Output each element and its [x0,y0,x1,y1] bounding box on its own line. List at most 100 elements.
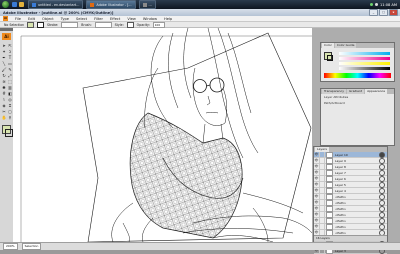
layer-name[interactable]: Layer 4 [334,189,379,193]
tab-transparency[interactable]: Transparency [322,89,347,94]
symbol-sprayer-tool-icon[interactable]: ✺ [2,85,7,90]
menu-help[interactable]: Help [164,17,172,21]
mesh-tool-icon[interactable]: # [2,91,7,96]
lock-toggle[interactable] [320,206,325,211]
lock-toggle[interactable] [320,164,325,169]
current-tool-status[interactable]: Selection [21,243,42,250]
panel-grip[interactable] [0,28,13,31]
lock-toggle[interactable] [320,212,325,217]
layer-name[interactable]: <Path> [334,207,379,211]
lock-toggle[interactable] [320,176,325,181]
stroke-color-swatch[interactable] [37,21,45,28]
layer-name[interactable]: <Path> [334,195,379,199]
layer-name[interactable]: <Path> [334,219,379,223]
menu-object[interactable]: Object [42,17,54,21]
quick-launch-ie-icon[interactable] [12,2,17,7]
maximize-button[interactable]: □ [379,9,388,16]
line-tool-icon[interactable]: ╲ [2,61,7,66]
menu-type[interactable]: Type [61,17,69,21]
pen-tool-icon[interactable]: ✒ [2,55,7,60]
stroke-weight-field[interactable] [61,21,79,28]
black-slider[interactable] [339,67,390,70]
taskbar-task-illustrator[interactable]: Adobe Illustrator - [... [86,0,136,9]
volume-icon[interactable] [374,3,378,6]
type-tool-icon[interactable]: T [8,55,13,60]
layer-name[interactable]: Layer 7 [334,171,379,175]
tab-appearance[interactable]: Appearance [365,89,388,94]
layer-name[interactable]: Layer 10 [334,153,379,157]
target-circle-icon[interactable] [379,199,385,206]
live-paint-tool-icon[interactable]: ◈ [2,103,7,108]
brush-picker[interactable] [94,21,112,28]
selection-tool-icon[interactable]: ➤ [2,43,7,48]
layer-name[interactable]: Layer 6 [334,177,379,181]
menu-view[interactable]: View [127,17,136,21]
minimize-button[interactable]: _ [369,9,378,16]
layer-name[interactable]: Layer 5 [334,183,379,187]
magic-wand-tool-icon[interactable]: ✦ [2,49,7,54]
target-circle-icon[interactable] [379,163,385,170]
stroke-swatch[interactable] [5,129,13,137]
rectangle-tool-icon[interactable]: ▭ [8,61,13,66]
lock-toggle[interactable] [320,170,325,175]
hand-tool-icon[interactable]: ✋ [2,115,7,120]
pencil-tool-icon[interactable]: ✎ [8,67,13,72]
rotate-tool-icon[interactable]: ↻ [2,73,7,78]
close-button[interactable]: x [389,9,398,16]
target-circle-icon[interactable] [379,181,385,188]
artboard-canvas[interactable] [13,28,312,242]
target-circle-icon[interactable] [379,211,385,218]
menu-file[interactable]: File [15,17,21,21]
zoom-level[interactable]: 200% [3,243,18,250]
lock-toggle[interactable] [320,200,325,205]
eraser-tool-icon[interactable]: ◻ [8,109,13,114]
menu-filter[interactable]: Filter [94,17,103,21]
quick-launch-folder-icon[interactable] [19,2,24,7]
network-icon[interactable] [369,3,373,6]
target-circle-icon[interactable] [379,169,385,176]
lock-toggle[interactable] [320,218,325,223]
target-circle-icon[interactable] [379,223,385,230]
target-circle-icon[interactable] [379,217,385,224]
lock-toggle[interactable] [320,158,325,163]
taskbar-task-browser[interactable]: untitled - en.deviantart... [28,0,84,9]
color-spectrum-bar[interactable] [324,73,391,78]
eyedropper-tool-icon[interactable]: ⌇ [2,97,7,102]
slice-tool-icon[interactable]: ⌗ [8,103,13,108]
opacity-field[interactable]: 100 [152,21,165,28]
scissors-tool-icon[interactable]: ✂ [2,109,7,114]
graph-tool-icon[interactable]: ▥ [8,85,13,90]
direct-selection-tool-icon[interactable]: ⇱ [8,43,13,48]
yellow-slider[interactable] [339,62,390,65]
menu-select[interactable]: Select [76,17,87,21]
color-stroke-swatch[interactable] [327,55,333,61]
target-circle-icon[interactable] [379,205,385,212]
lock-toggle[interactable] [320,194,325,199]
magenta-slider[interactable] [339,57,390,60]
warp-tool-icon[interactable]: ≋ [2,79,7,84]
zoom-tool-icon[interactable]: ⚲ [8,115,13,120]
menu-window[interactable]: Window [143,17,157,21]
menu-edit[interactable]: Edit [28,17,35,21]
layer-name[interactable]: <Path> [334,213,379,217]
gradient-tool-icon[interactable]: ◧ [8,91,13,96]
paintbrush-tool-icon[interactable]: 🖌 [2,67,7,72]
layer-name[interactable]: Layer 8 [334,165,379,169]
lock-toggle[interactable] [320,224,325,229]
cyan-slider[interactable] [339,52,390,55]
lock-toggle[interactable] [320,182,325,187]
target-circle-icon[interactable] [379,187,385,194]
taskbar-task-other[interactable]: ... [138,0,156,9]
lasso-tool-icon[interactable]: ↄ [8,49,13,54]
target-circle-icon[interactable] [379,193,385,200]
target-circle-icon[interactable] [379,151,385,158]
clock[interactable]: 11:08 AM [380,3,397,7]
target-circle-icon[interactable] [379,157,385,164]
tab-color[interactable]: Color [322,43,334,48]
lock-toggle[interactable] [320,152,325,157]
fill-color-swatch[interactable] [27,21,35,28]
target-circle-icon[interactable] [379,175,385,182]
style-picker[interactable] [126,21,134,28]
layer-name[interactable]: Layer 9 [334,159,379,163]
lock-toggle[interactable] [320,188,325,193]
